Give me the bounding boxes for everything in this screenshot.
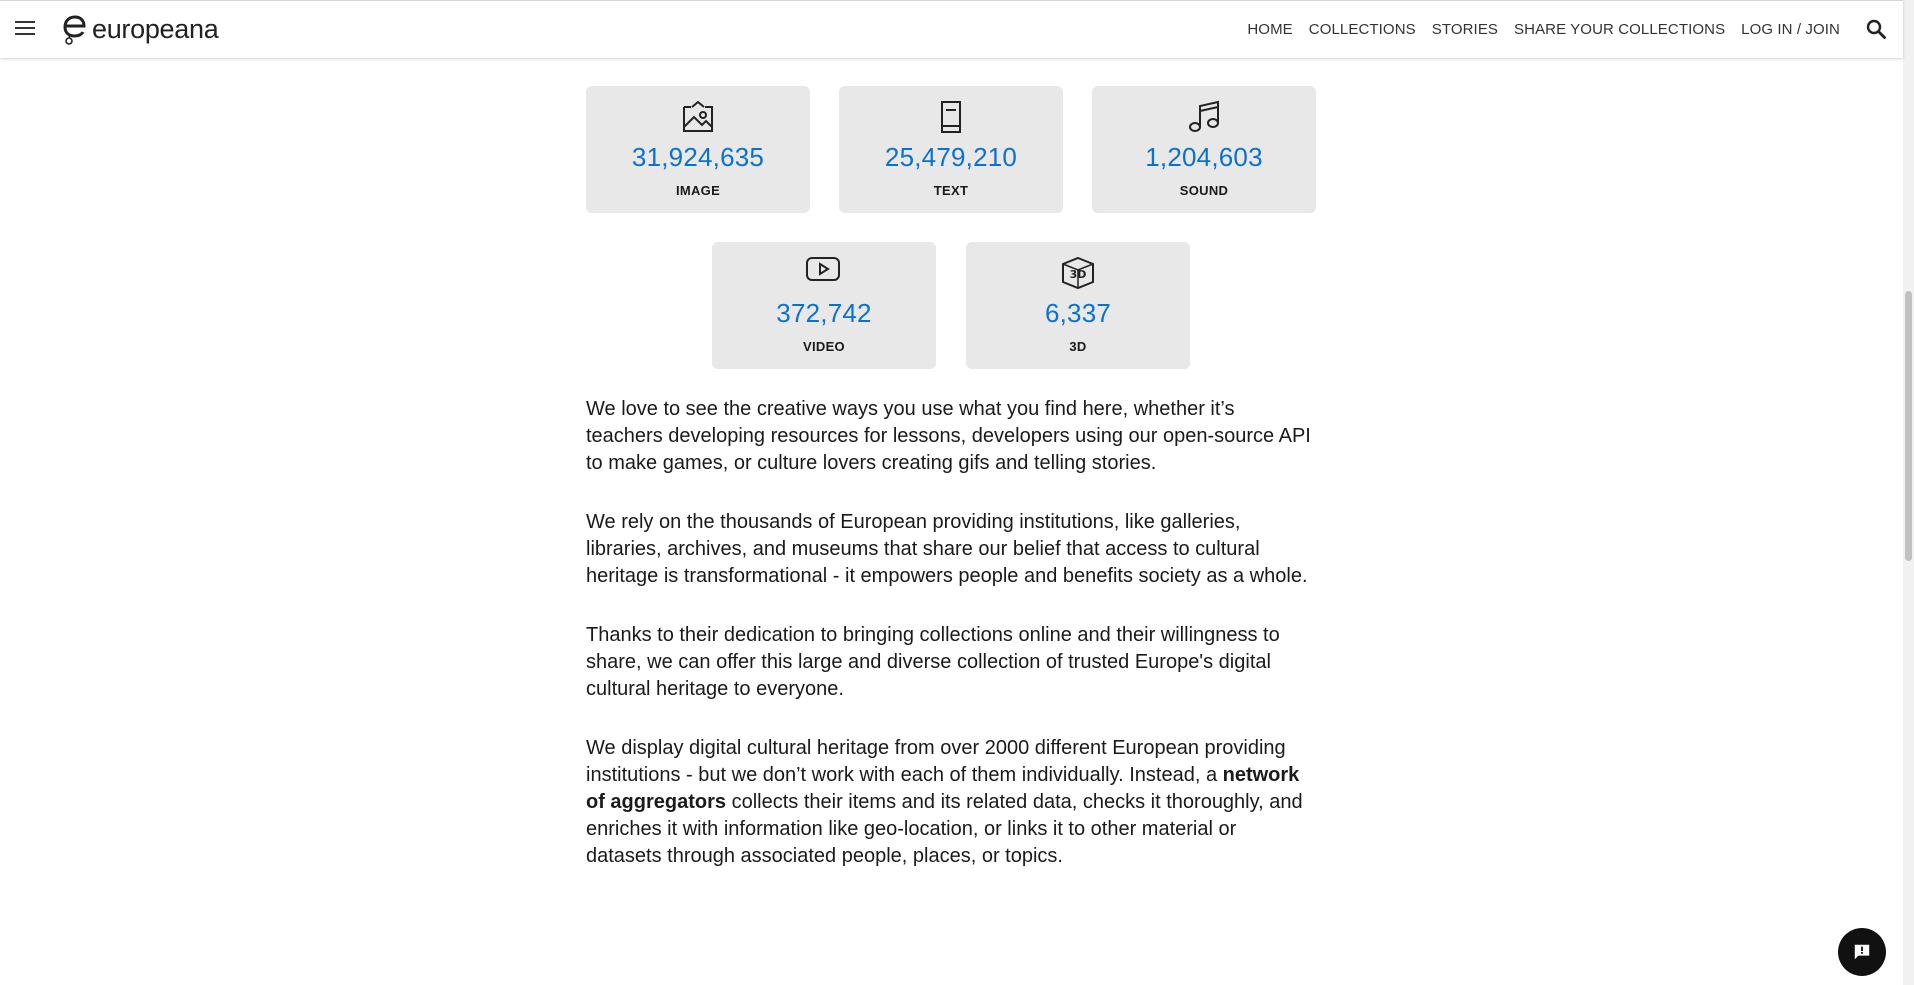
paragraph-aggregators: We display digital cultural heritage fro… xyxy=(586,735,1316,870)
nav-stories[interactable]: STORIES xyxy=(1432,21,1498,38)
site-header: europeana HOME COLLECTIONS STORIES SHARE… xyxy=(0,0,1903,58)
europeana-logo[interactable]: europeana xyxy=(60,12,219,46)
nav-collections[interactable]: COLLECTIONS xyxy=(1309,21,1416,38)
nav-share-your-collections[interactable]: SHARE YOUR COLLECTIONS xyxy=(1514,21,1725,38)
feedback-chat-icon xyxy=(1854,944,1870,960)
page-scrollbar[interactable] xyxy=(1903,0,1914,985)
text-label: TEXT xyxy=(933,183,969,198)
europeana-logo-icon xyxy=(63,15,86,45)
image-icon xyxy=(683,100,713,132)
nav-home[interactable]: HOME xyxy=(1247,21,1292,38)
main-nav: HOME COLLECTIONS STORIES SHARE YOUR COLL… xyxy=(1231,1,1840,58)
text-count: 25,479,210 xyxy=(884,142,1018,172)
paragraph-creative-uses: We love to see the creative ways you use… xyxy=(586,398,1311,474)
sound-count: 1,204,603 xyxy=(1145,142,1263,172)
image-count: 31,924,635 xyxy=(631,142,765,172)
image-label: IMAGE xyxy=(675,183,721,198)
paragraph-aggregators-start: We display digital cultural heritage fro… xyxy=(586,737,1286,786)
music-note-icon xyxy=(1189,100,1219,132)
logo-text: europeana xyxy=(92,13,219,44)
stat-card-sound[interactable]: 1,204,603 SOUND xyxy=(1092,86,1316,213)
hamburger-menu-icon[interactable] xyxy=(14,18,36,40)
stat-card-image[interactable]: 31,924,635 IMAGE xyxy=(586,86,810,213)
stat-card-3d[interactable]: 3D 6,337 3D xyxy=(966,242,1190,369)
3d-count: 6,337 xyxy=(1044,298,1112,328)
3d-label: 3D xyxy=(1069,339,1087,354)
paragraph-dedication: Thanks to their dedication to bringing c… xyxy=(586,624,1280,700)
search-icon[interactable] xyxy=(1865,18,1887,40)
sound-label: SOUND xyxy=(1179,183,1229,198)
video-count: 372,742 xyxy=(776,298,872,328)
video-label: VIDEO xyxy=(803,339,845,354)
stat-card-text[interactable]: 25,479,210 TEXT xyxy=(839,86,1063,213)
video-play-icon xyxy=(806,257,840,281)
stat-card-video[interactable]: 372,742 VIDEO xyxy=(712,242,936,369)
3d-icon: 3D xyxy=(1062,256,1094,290)
paragraph-providing-institutions: We rely on the thousands of European pro… xyxy=(586,511,1308,587)
about-content: We love to see the creative ways you use… xyxy=(586,396,1316,902)
book-icon xyxy=(941,101,961,133)
nav-log-in-join[interactable]: LOG IN / JOIN xyxy=(1741,21,1840,38)
scrollbar-thumb[interactable] xyxy=(1905,291,1912,561)
feedback-button[interactable] xyxy=(1838,928,1886,976)
svg-text:3D: 3D xyxy=(1070,268,1087,281)
